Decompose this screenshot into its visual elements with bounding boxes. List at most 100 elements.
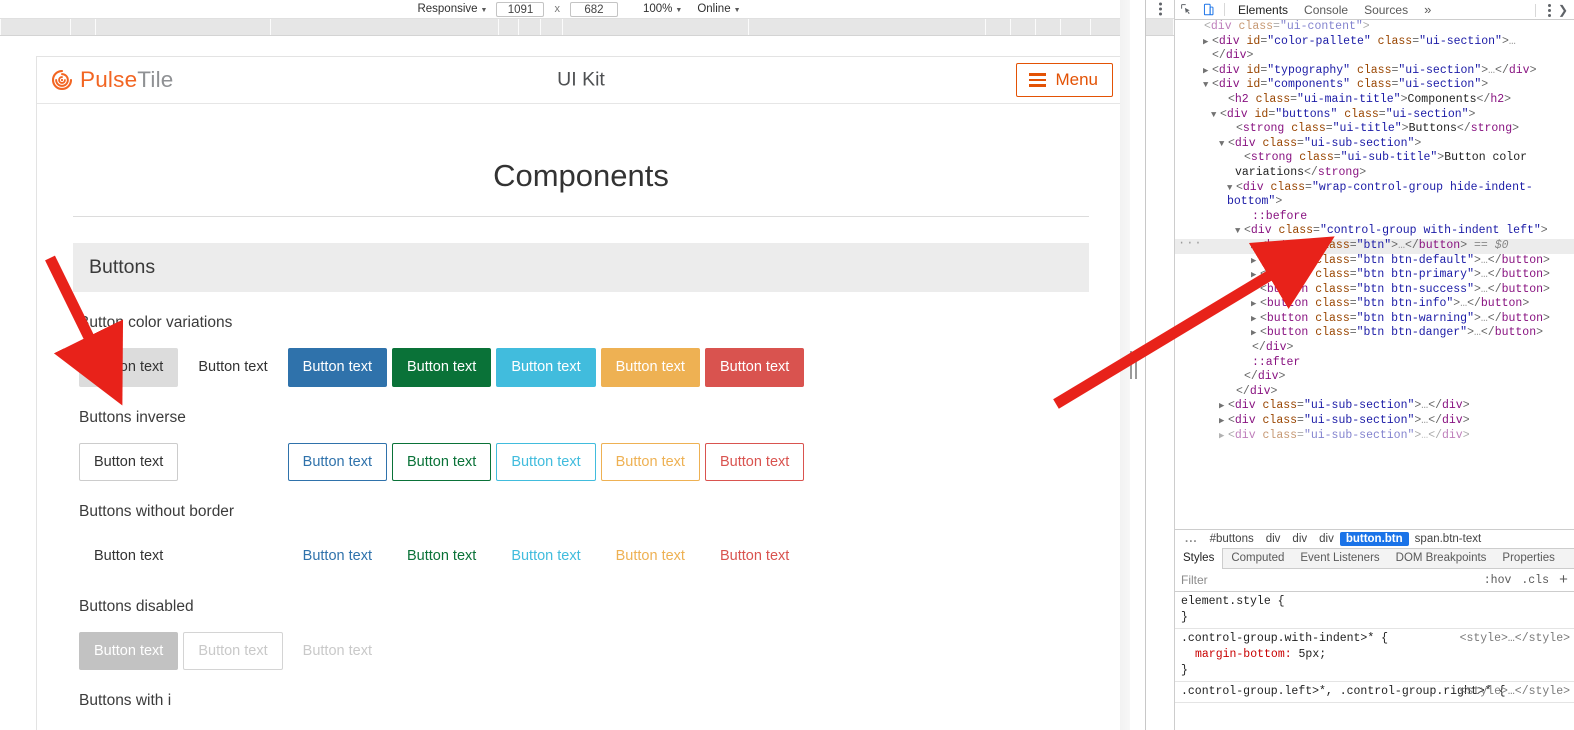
breadcrumb-item[interactable]: div — [1260, 532, 1287, 546]
button-inverse-info[interactable]: Button text — [496, 442, 596, 481]
dom-node[interactable]: </div> — [1175, 49, 1574, 64]
breadcrumb-item[interactable]: ... — [1179, 532, 1204, 546]
chevron-down-icon[interactable] — [1211, 108, 1220, 123]
dom-node[interactable]: <strong class="ui-title">Buttons</strong… — [1175, 122, 1574, 137]
device-preset-select[interactable]: Responsive ▼ — [417, 3, 487, 15]
dom-node[interactable]: <button class="btn btn-warning">…</butto… — [1175, 312, 1574, 327]
chevron-double-right-icon[interactable]: » — [1416, 2, 1439, 17]
chevron-right-icon[interactable] — [1203, 35, 1212, 50]
button-inverse-warning[interactable]: Button text — [600, 442, 700, 481]
button-default[interactable]: Button text — [183, 348, 283, 387]
dom-node[interactable]: <div class="ui-sub-section"> — [1175, 137, 1574, 152]
style-rule-origin[interactable]: <style>…</style> — [1460, 631, 1570, 647]
menu-button[interactable]: Menu — [1016, 63, 1113, 97]
dom-node[interactable]: <div class="control-group with-indent le… — [1175, 224, 1574, 239]
cls-toggle[interactable]: .cls — [1521, 574, 1549, 587]
styles-tab-properties[interactable]: Properties — [1494, 548, 1562, 569]
breadcrumb-item[interactable]: #buttons — [1204, 532, 1260, 546]
dom-node[interactable]: <div class="ui-sub-section">…</div> — [1175, 414, 1574, 429]
viewport-height-input[interactable]: 682 — [569, 1, 618, 17]
tab-elements[interactable]: Elements — [1230, 0, 1296, 20]
chevron-down-icon[interactable] — [1219, 137, 1228, 152]
dom-node[interactable]: <button class="btn btn-primary">…</butto… — [1175, 268, 1574, 283]
device-toolbar-more-icon[interactable] — [1159, 2, 1162, 16]
dom-node[interactable]: <div class="ui-sub-section">…</div> — [1175, 399, 1574, 414]
chevron-right-icon[interactable] — [1203, 64, 1212, 79]
button-flat-base[interactable]: Button text — [79, 537, 178, 576]
viewport-width-input[interactable]: 1091 — [496, 1, 545, 17]
dom-node-selected[interactable]: <button class="btn">…</button> == $0 — [1175, 236, 1574, 254]
button-flat-warning[interactable]: Button text — [601, 537, 700, 576]
styles-tab-dom-breakpoints[interactable]: DOM Breakpoints — [1388, 548, 1495, 569]
button-success[interactable]: Button text — [391, 348, 492, 387]
button-flat-info[interactable]: Button text — [496, 537, 595, 576]
hov-toggle[interactable]: :hov — [1484, 574, 1512, 587]
dom-node[interactable]: </div> — [1175, 341, 1574, 356]
dom-node[interactable]: <strong class="ui-sub-title">Button colo… — [1175, 151, 1574, 180]
chevron-down-icon[interactable] — [1227, 181, 1236, 196]
chevron-right-icon[interactable] — [1251, 297, 1260, 312]
tab-console[interactable]: Console — [1296, 0, 1356, 20]
button-primary[interactable]: Button text — [287, 348, 387, 387]
dom-node[interactable]: <button class="btn btn-danger">…</button… — [1175, 326, 1574, 341]
button-warning[interactable]: Button text — [600, 348, 700, 387]
chevron-right-icon[interactable] — [1251, 254, 1260, 269]
button-info[interactable]: Button text — [496, 348, 596, 387]
chevron-down-icon[interactable] — [1203, 78, 1212, 93]
button-inverse-success[interactable]: Button text — [391, 442, 492, 481]
style-rule-block[interactable]: .control-group.with-indent>* {margin-bot… — [1175, 629, 1574, 682]
dom-node[interactable]: ::before — [1175, 210, 1574, 225]
dom-node[interactable]: <div id="buttons" class="ui-section"> — [1175, 108, 1574, 123]
button-flat-danger[interactable]: Button text — [705, 537, 804, 576]
button-flat-primary[interactable]: Button text — [288, 537, 387, 576]
breadcrumb-item[interactable]: div — [1286, 532, 1313, 546]
chevron-right-icon[interactable] — [1251, 283, 1260, 298]
device-toolbar-icon[interactable] — [1197, 0, 1219, 20]
elements-dom-tree[interactable]: <div class="ui-content"><div id="color-p… — [1175, 20, 1574, 529]
dom-node[interactable]: ::after — [1175, 356, 1574, 371]
dom-node[interactable]: <div id="typography" class="ui-section">… — [1175, 64, 1574, 79]
dom-node[interactable]: <h2 class="ui-main-title">Components</h2… — [1175, 93, 1574, 108]
zoom-select[interactable]: 100% ▼ — [643, 3, 682, 15]
style-declaration[interactable]: margin-bottom: 5px; — [1181, 647, 1568, 663]
button-flat-success[interactable]: Button text — [392, 537, 491, 576]
chevron-right-icon[interactable] — [1219, 414, 1228, 429]
styles-tab-computed[interactable]: Computed — [1223, 548, 1292, 569]
button-inverse-danger[interactable]: Button text — [704, 442, 805, 481]
dom-node[interactable]: <div class="ui-content"> — [1175, 20, 1574, 35]
breadcrumb-item[interactable]: div — [1313, 532, 1340, 546]
button-danger[interactable]: Button text — [704, 348, 805, 387]
styles-filter-input[interactable]: Filter — [1181, 573, 1208, 587]
new-style-rule-button[interactable]: + — [1559, 572, 1568, 589]
button-inverse-base[interactable]: Button text — [79, 442, 179, 481]
dom-node[interactable]: <div id="components" class="ui-section"> — [1175, 78, 1574, 93]
chevron-right-icon[interactable] — [1251, 312, 1260, 327]
chevron-right-icon[interactable] — [1219, 429, 1228, 444]
chevron-down-icon[interactable] — [1235, 224, 1244, 239]
chevron-right-icon[interactable] — [1251, 268, 1260, 283]
style-rule-origin[interactable]: <style>…</style> — [1460, 684, 1570, 700]
devtools-resize-handle[interactable] — [1120, 0, 1146, 730]
dom-node[interactable]: <button class="btn btn-success">…</butto… — [1175, 283, 1574, 298]
throttling-select[interactable]: Online ▼ — [697, 3, 740, 15]
style-rule-block[interactable]: element.style {} — [1175, 592, 1574, 629]
dom-node[interactable]: </div> — [1175, 370, 1574, 385]
inspect-cursor-icon[interactable] — [1175, 0, 1197, 20]
chevron-right-icon[interactable] — [1251, 326, 1260, 341]
tab-sources[interactable]: Sources — [1356, 0, 1416, 20]
styles-tab-styles[interactable]: Styles — [1175, 548, 1224, 569]
button-inverse-primary[interactable]: Button text — [287, 442, 387, 481]
chevron-right-icon[interactable] — [1219, 399, 1228, 414]
dom-node[interactable]: </div> — [1175, 385, 1574, 400]
dom-node[interactable]: <div class="ui-sub-section">…</div> — [1175, 429, 1574, 444]
brand-logo[interactable]: PulseTile — [51, 67, 174, 93]
button-base[interactable]: Button text — [79, 348, 179, 387]
dom-node[interactable]: <div class="wrap-control-group hide-inde… — [1175, 181, 1574, 210]
style-rule-block[interactable]: .control-group.left>*, .control-group.ri… — [1175, 682, 1574, 703]
breadcrumb-item[interactable]: button.btn — [1339, 532, 1409, 546]
dom-node[interactable]: <button class="btn btn-info">…</button> — [1175, 297, 1574, 312]
breadcrumb-item[interactable]: span.btn-text — [1409, 532, 1487, 546]
styles-tab-event-listeners[interactable]: Event Listeners — [1292, 548, 1387, 569]
chevron-right-icon[interactable]: ❯ — [1558, 3, 1572, 17]
chevron-right-icon[interactable] — [1251, 239, 1260, 254]
